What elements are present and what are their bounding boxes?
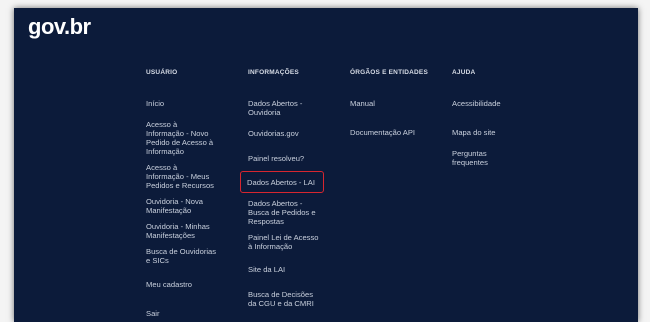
link-documentacao-api[interactable]: Documentação API — [350, 128, 440, 137]
link-painel-resolveu[interactable]: Painel resolveu? — [248, 154, 338, 163]
link-sair[interactable]: Sair — [146, 309, 236, 318]
link-list-informacoes: Dados Abertos - Ouvidoria Ouvidorias.gov… — [240, 99, 338, 308]
link-inicio[interactable]: Início — [146, 99, 236, 108]
link-busca-ouvidorias-sics[interactable]: Busca de Ouvidorias e SICs — [146, 247, 236, 265]
link-dados-abertos-lai[interactable]: Dados Abertos - LAI — [247, 178, 315, 187]
screenshot-frame: gov.br USUÁRIO Início Acesso à Informaçã… — [0, 0, 650, 322]
link-dados-abertos-busca-pedidos[interactable]: Dados Abertos - Busca de Pedidos e Respo… — [248, 199, 338, 226]
column-heading-usuario: USUÁRIO — [146, 69, 178, 76]
highlight-box: Dados Abertos - LAI — [240, 171, 324, 193]
column-heading-informacoes: INFORMAÇÕES — [248, 69, 299, 76]
footer-column-orgaos-entidades: ÓRGÃOS E ENTIDADES Manual Documentação A… — [350, 69, 440, 137]
link-painel-lei-acesso[interactable]: Painel Lei de Acesso à Informação — [248, 233, 338, 251]
link-nova-manifestacao[interactable]: Ouvidoria - Nova Manifestação — [146, 197, 236, 215]
link-novo-pedido-acesso[interactable]: Acesso à Informação - Novo Pedido de Ace… — [146, 120, 236, 156]
footer-column-informacoes: INFORMAÇÕES Dados Abertos - Ouvidoria Ou… — [240, 69, 338, 308]
column-heading-orgaos-entidades: ÓRGÃOS E ENTIDADES — [350, 69, 428, 76]
link-list-ajuda: Acessibilidade Mapa do site Perguntas fr… — [452, 99, 542, 167]
link-meus-pedidos-recursos[interactable]: Acesso à Informação - Meus Pedidos e Rec… — [146, 163, 236, 190]
govbr-logo[interactable]: gov.br — [28, 14, 91, 40]
link-list-usuario: Início Acesso à Informação - Novo Pedido… — [146, 99, 236, 318]
link-meu-cadastro[interactable]: Meu cadastro — [146, 280, 236, 289]
link-list-orgaos-entidades: Manual Documentação API — [350, 99, 440, 137]
link-minhas-manifestacoes[interactable]: Ouvidoria - Minhas Manifestações — [146, 222, 236, 240]
column-heading-ajuda: AJUDA — [452, 69, 476, 76]
link-perguntas-frequentes[interactable]: Perguntas frequentes — [452, 149, 542, 167]
link-dados-abertos-ouvidoria[interactable]: Dados Abertos - Ouvidoria — [248, 99, 338, 117]
footer-column-ajuda: AJUDA Acessibilidade Mapa do site Pergun… — [452, 69, 542, 167]
footer-column-usuario: USUÁRIO Início Acesso à Informação - Nov… — [146, 69, 236, 318]
site-footer: gov.br USUÁRIO Início Acesso à Informaçã… — [14, 8, 638, 322]
link-mapa-do-site[interactable]: Mapa do site — [452, 128, 542, 137]
link-busca-decisoes-cgu[interactable]: Busca de Decisões da CGU e da CMRI — [248, 290, 338, 308]
link-acessibilidade[interactable]: Acessibilidade — [452, 99, 542, 108]
link-ouvidorias-gov[interactable]: Ouvidorias.gov — [248, 129, 338, 138]
link-site-lai[interactable]: Site da LAI — [248, 265, 338, 274]
link-manual[interactable]: Manual — [350, 99, 440, 108]
